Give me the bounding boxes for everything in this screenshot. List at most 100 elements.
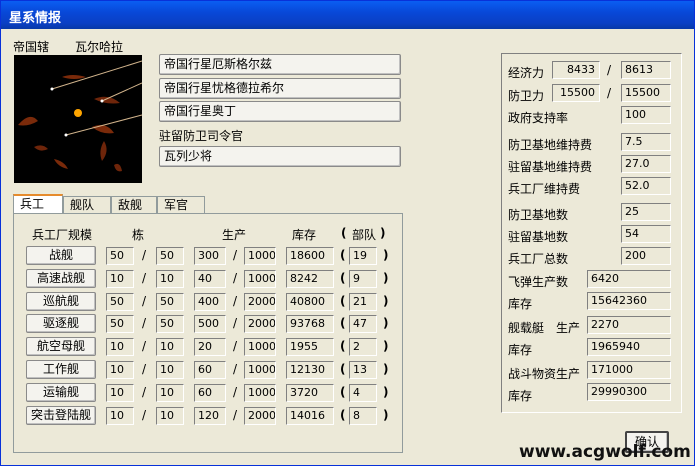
units-value: 21	[349, 292, 377, 311]
slash: /	[142, 270, 147, 285]
paren-close: )	[383, 407, 389, 422]
count-max: 50	[156, 247, 184, 265]
ship-button[interactable]: 驱逐舰	[26, 314, 96, 334]
count-current: 10	[106, 383, 134, 402]
produce-current: 60	[194, 361, 226, 379]
produce-max: 2000	[244, 292, 276, 311]
planet-button-1[interactable]: 帝国行星厄斯格尔兹	[159, 54, 401, 75]
count-current: 50	[106, 315, 134, 334]
jurisdiction-value: 瓦尔哈拉	[75, 40, 124, 54]
carrier-label: 舰载艇	[508, 321, 545, 335]
paren-close: )	[383, 270, 389, 285]
ship-button[interactable]: 突击登陆舰	[26, 405, 96, 425]
stock-value: 12130	[286, 361, 334, 379]
header-stock: 库存	[292, 228, 317, 242]
count-current: 50	[106, 247, 134, 265]
defense-commander-label: 驻留防卫司令官	[159, 129, 244, 143]
econ-label: 经济力	[508, 66, 545, 80]
units-value: 9	[349, 269, 377, 288]
slash: /	[142, 293, 147, 308]
tab-fleet[interactable]: 舰队	[63, 196, 111, 214]
units-value: 19	[349, 247, 377, 265]
paren-open: (	[340, 316, 346, 331]
ship-button[interactable]: 航空母舰	[26, 337, 96, 357]
paren-close: )	[383, 316, 389, 331]
paren-open: (	[340, 293, 346, 308]
paren-open: (	[340, 362, 346, 376]
supply-stock-value: 29990300	[587, 383, 671, 401]
def-max: 15500	[621, 84, 671, 102]
paren-close: )	[383, 339, 389, 354]
count-max: 50	[156, 292, 184, 311]
ship-button[interactable]: 高速战舰	[26, 268, 96, 288]
ship-button[interactable]: 巡航舰	[26, 291, 96, 311]
stock-value: 8242	[286, 269, 334, 288]
slash: /	[142, 316, 147, 331]
jurisdiction-label: 帝国辖	[13, 40, 50, 54]
star-icon	[74, 109, 82, 117]
paren-close: )	[383, 293, 389, 308]
produce-max: 1000	[244, 269, 276, 288]
arsenal-panel: 兵工厂规模 栋 生产 库存 ( 部队 ) 战舰 50 / 50 300 / 10…	[13, 213, 403, 453]
planet-dot	[64, 133, 68, 137]
count-current: 50	[106, 292, 134, 311]
slash: /	[142, 248, 147, 262]
count-max: 10	[156, 383, 184, 402]
planet-button-2[interactable]: 帝国行星忧格德拉希尔	[159, 78, 401, 99]
planet-button-3[interactable]: 帝国行星奥丁	[159, 101, 401, 122]
galaxy-map-svg	[18, 60, 142, 172]
galaxy-map[interactable]	[14, 55, 142, 183]
paren-close: )	[383, 384, 389, 399]
slash: /	[233, 407, 238, 422]
planet-dot	[50, 87, 54, 91]
econ-max: 8613	[621, 61, 671, 79]
missile-stock-label: 库存	[508, 297, 533, 311]
count-current: 10	[106, 269, 134, 288]
produce-current: 20	[194, 338, 226, 357]
units-value: 47	[349, 315, 377, 334]
slash: /	[233, 362, 238, 376]
slash: /	[142, 339, 147, 354]
slash: /	[142, 407, 147, 422]
support-value: 100	[621, 106, 671, 124]
ship-button[interactable]: 工作舰	[26, 360, 96, 379]
slash: /	[233, 248, 238, 262]
cost-label: 兵工厂维持费	[508, 182, 581, 196]
stock-value: 93768	[286, 315, 334, 334]
paren-open: (	[340, 248, 346, 262]
paren-close: )	[383, 362, 389, 376]
produce-max: 1000	[244, 338, 276, 357]
header-scale: 兵工厂规模	[32, 228, 93, 242]
units-value: 4	[349, 383, 377, 402]
paren-open: (	[340, 407, 346, 422]
paren-open: (	[341, 226, 347, 240]
missile-label: 飞弹生产数	[508, 275, 569, 289]
cost-label: 驻留基地维持费	[508, 160, 593, 174]
cost-value: 52.0	[621, 177, 671, 195]
slash: /	[607, 63, 612, 77]
stock-value: 1955	[286, 338, 334, 357]
base-label: 防卫基地数	[508, 208, 569, 222]
slash: /	[142, 384, 147, 399]
tab-arsenal[interactable]: 兵工	[13, 194, 63, 215]
produce-max: 2000	[244, 315, 276, 334]
carrier-stock-value: 1965940	[587, 338, 671, 356]
supply-value: 171000	[587, 361, 671, 379]
ship-button[interactable]: 战舰	[26, 246, 96, 265]
base-value: 200	[621, 247, 671, 265]
support-label: 政府支持率	[508, 111, 569, 125]
ship-button[interactable]: 运输舰	[26, 382, 96, 402]
galaxy-info-window: 星系情报 帝国辖 瓦尔哈拉 帝国行星厄斯格尔兹 帝国行星忧格德拉希尔 帝国行星奥…	[0, 0, 695, 466]
missile-value: 6420	[587, 270, 671, 288]
tab-officer[interactable]: 军官	[157, 196, 205, 214]
commander-button[interactable]: 瓦列少将	[159, 146, 401, 167]
count-current: 10	[106, 338, 134, 357]
produce-max: 1000	[244, 383, 276, 402]
supply-stock-label: 库存	[508, 389, 533, 403]
slash: /	[233, 384, 238, 399]
count-max: 10	[156, 269, 184, 288]
slash: /	[233, 316, 238, 331]
produce-current: 120	[194, 406, 226, 425]
tab-enemy[interactable]: 敌舰	[111, 196, 157, 214]
title-bar: 星系情报	[1, 1, 694, 29]
